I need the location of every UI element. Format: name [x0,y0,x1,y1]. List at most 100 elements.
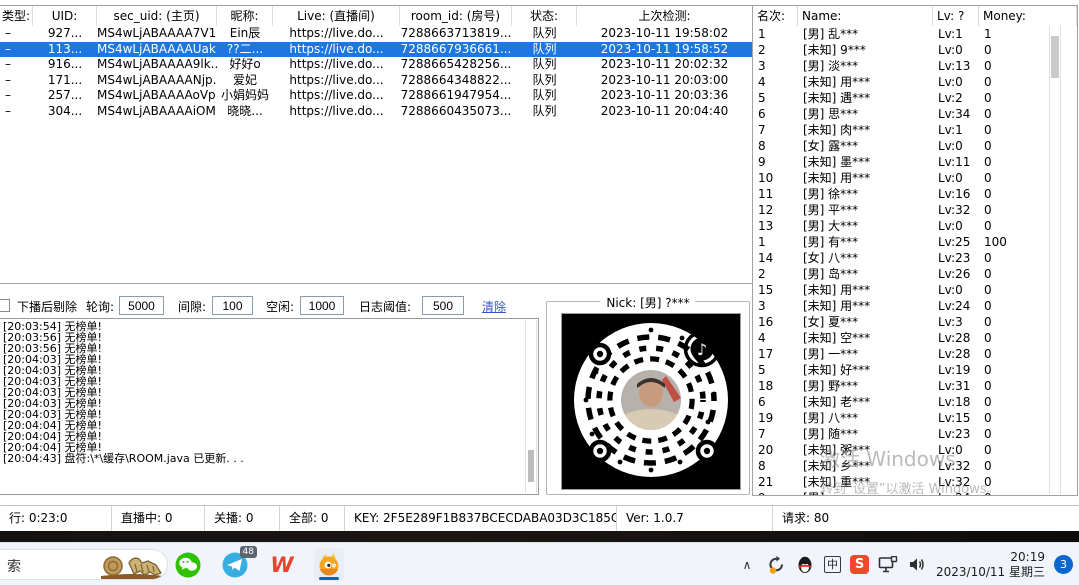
col-header-secuid[interactable]: sec_uid: (主页) [97,6,217,26]
tray-chevron-up-icon[interactable]: ∧ [737,555,757,575]
rank-row[interactable]: 4[未知] 用***Lv:00 [753,74,1077,90]
rank-row[interactable]: 16[女] 夏***Lv:30 [753,314,1077,330]
rank-row[interactable]: 20[未知] 粥***Lv:00 [753,442,1077,458]
rank-row[interactable]: 7[男] 随***Lv:230 [753,426,1077,442]
cell-nick: 小娟妈妈 [217,88,273,104]
rank-row[interactable]: 8[女] 露***Lv:00 [753,138,1077,154]
table-row[interactable]: –257...MS4wLjABAAAAoVp...小娟妈妈https://liv… [0,88,752,104]
rank-row[interactable]: 5[未知] 遇***Lv:20 [753,90,1077,106]
log-scrollbar[interactable] [525,320,537,493]
cell-rank: 3 [753,58,798,74]
gap-input[interactable] [212,296,253,315]
rank-row[interactable]: 6[男] 思***Lv:340 [753,106,1077,122]
rank-row[interactable]: 13[男] 大***Lv:00 [753,218,1077,234]
log-scrollbar-thumb[interactable] [528,450,534,482]
rank-row[interactable]: 19[男] 八***Lv:150 [753,410,1077,426]
rank-row[interactable]: 18[男] 野***Lv:310 [753,378,1077,394]
cell-rank: 9 [753,490,798,495]
cell-money: 0 [979,442,1077,458]
rank-row[interactable]: 10[未知] 用***Lv:00 [753,170,1077,186]
cell-rank: 8 [753,458,798,474]
cell-name: [未知] 重*** [798,474,933,490]
rank-panel-header: 名次: Name: Lv: ? Money: [753,6,1077,26]
idle-input[interactable] [300,296,344,315]
col-header-status[interactable]: 状态: [512,6,577,26]
rank-row[interactable]: 3[未知] 用***Lv:240 [753,298,1077,314]
tray-volume-icon[interactable] [907,555,927,575]
rank-row[interactable]: 21[未知] 重***Lv:320 [753,474,1077,490]
col-header-uid[interactable]: UID: [33,6,97,26]
log-box[interactable]: [20:03:54] 无榜单![20:03:56] 无榜单![20:03:56]… [0,318,539,495]
tray-ime-indicator[interactable]: 中 [824,556,841,573]
streams-table: 类型: UID: sec_uid: (主页) 昵称: Live: (直播间) r… [0,5,753,284]
tray-network-icon[interactable] [878,555,898,575]
col-header-money[interactable]: Money: [979,6,1077,26]
rank-panel-body: 1[男] 乱***Lv:112[未知] 9***Lv:003[男] 淡***Lv… [753,26,1077,495]
rank-row[interactable]: 9[男] ...Lv:240 [753,490,1077,495]
status-runtime: 行: 0:23:0 [0,506,112,531]
rank-row[interactable]: 9[未知] 墨***Lv:110 [753,154,1077,170]
cell-type: – [0,42,33,58]
cell-lv: Lv:19 [933,362,979,378]
remove-after-offline-checkbox[interactable] [0,299,10,312]
controls-bar: 下播后剔除 轮询: 间隙: 空闲: 日志阈值: 清除 [0,296,540,316]
rank-row[interactable]: 17[男] 一***Lv:280 [753,346,1077,362]
cell-sec_uid: MS4wLjABAAAA7V1... [97,26,217,42]
rank-row[interactable]: 4[未知] 空***Lv:280 [753,330,1077,346]
cell-nick: ??二... [217,42,273,58]
cell-money: 0 [979,474,1077,490]
rank-row[interactable]: 12[男] 平***Lv:320 [753,202,1077,218]
telegram-icon[interactable]: 48 [220,548,250,581]
rank-row[interactable]: 2[未知] 9***Lv:00 [753,42,1077,58]
rank-row[interactable]: 14[女] 八***Lv:230 [753,250,1077,266]
col-header-type[interactable]: 类型: [0,6,33,26]
log-threshold-input[interactable] [422,296,464,315]
cell-lv: Lv:26 [933,266,979,282]
rank-row[interactable]: 2[男] 岛***Lv:260 [753,266,1077,282]
cell-lv: Lv:18 [933,394,979,410]
cell-type: – [0,26,33,42]
rank-row[interactable]: 1[男] 乱***Lv:11 [753,26,1077,42]
cell-name: [女] 夏*** [798,314,933,330]
col-header-live[interactable]: Live: (直播间) [273,6,400,26]
rank-scrollbar-thumb[interactable] [1051,36,1059,78]
col-header-roomid[interactable]: room_id: (房号) [400,6,512,26]
table-row[interactable]: –171...MS4wLjABAAAANjp...爱妃https://live.… [0,73,752,89]
rank-row[interactable]: 11[男] 徐***Lv:160 [753,186,1077,202]
cell-room_id: 7288661947954... [400,88,512,104]
taskbar-search-box[interactable]: 索 [0,549,168,580]
rank-row[interactable]: 6[未知] 老***Lv:180 [753,394,1077,410]
cell-lv: Lv:0 [933,42,979,58]
rank-row[interactable]: 3[男] 淡***Lv:130 [753,58,1077,74]
cell-money: 0 [979,490,1077,495]
active-app-icon[interactable] [314,548,344,581]
rank-scrollbar[interactable] [1049,26,1061,494]
rank-row[interactable]: 7[未知] 肉***Lv:10 [753,122,1077,138]
tray-sync-icon[interactable] [766,555,786,575]
col-header-rank[interactable]: 名次: [753,6,798,26]
taskbar-clock[interactable]: 20:19 2023/10/11 星期三 [936,550,1045,580]
wps-icon[interactable]: W [267,548,297,581]
clear-log-link[interactable]: 清除 [482,298,506,315]
log-line: [20:04:43] 盘符:\*\缓存\ROOM.java 已更新. . . [3,453,538,464]
poll-input[interactable] [119,296,164,315]
table-row[interactable]: –113...MS4wLjABAAAAUak...??二...https://l… [0,42,752,58]
wechat-icon[interactable] [173,548,203,581]
table-row[interactable]: –927...MS4wLjABAAAA7V1...Ein辰https://liv… [0,26,752,42]
col-header-lv[interactable]: Lv: ? [933,6,979,26]
col-header-nick[interactable]: 昵称: [217,6,273,26]
cell-lv: Lv:24 [933,298,979,314]
col-header-lastcheck[interactable]: 上次检测: [577,6,752,26]
rank-row[interactable]: 15[未知] 用***Lv:00 [753,282,1077,298]
tray-qq-icon[interactable] [795,555,815,575]
col-header-name[interactable]: Name: [798,6,933,26]
cell-name: [男] 有*** [798,234,933,250]
notification-badge[interactable]: 3 [1054,555,1073,574]
cell-lv: Lv:23 [933,250,979,266]
rank-row[interactable]: 5[未知] 好***Lv:190 [753,362,1077,378]
rank-row[interactable]: 8[未知] 乡***Lv:320 [753,458,1077,474]
tray-sogou-icon[interactable]: S [850,555,869,574]
rank-row[interactable]: 1[男] 有***Lv:25100 [753,234,1077,250]
table-row[interactable]: –916...MS4wLjABAAAA9lk...好好ohttps://live… [0,57,752,73]
table-row[interactable]: –304...MS4wLjABAAAAiOM...晓晓...https://li… [0,104,752,120]
